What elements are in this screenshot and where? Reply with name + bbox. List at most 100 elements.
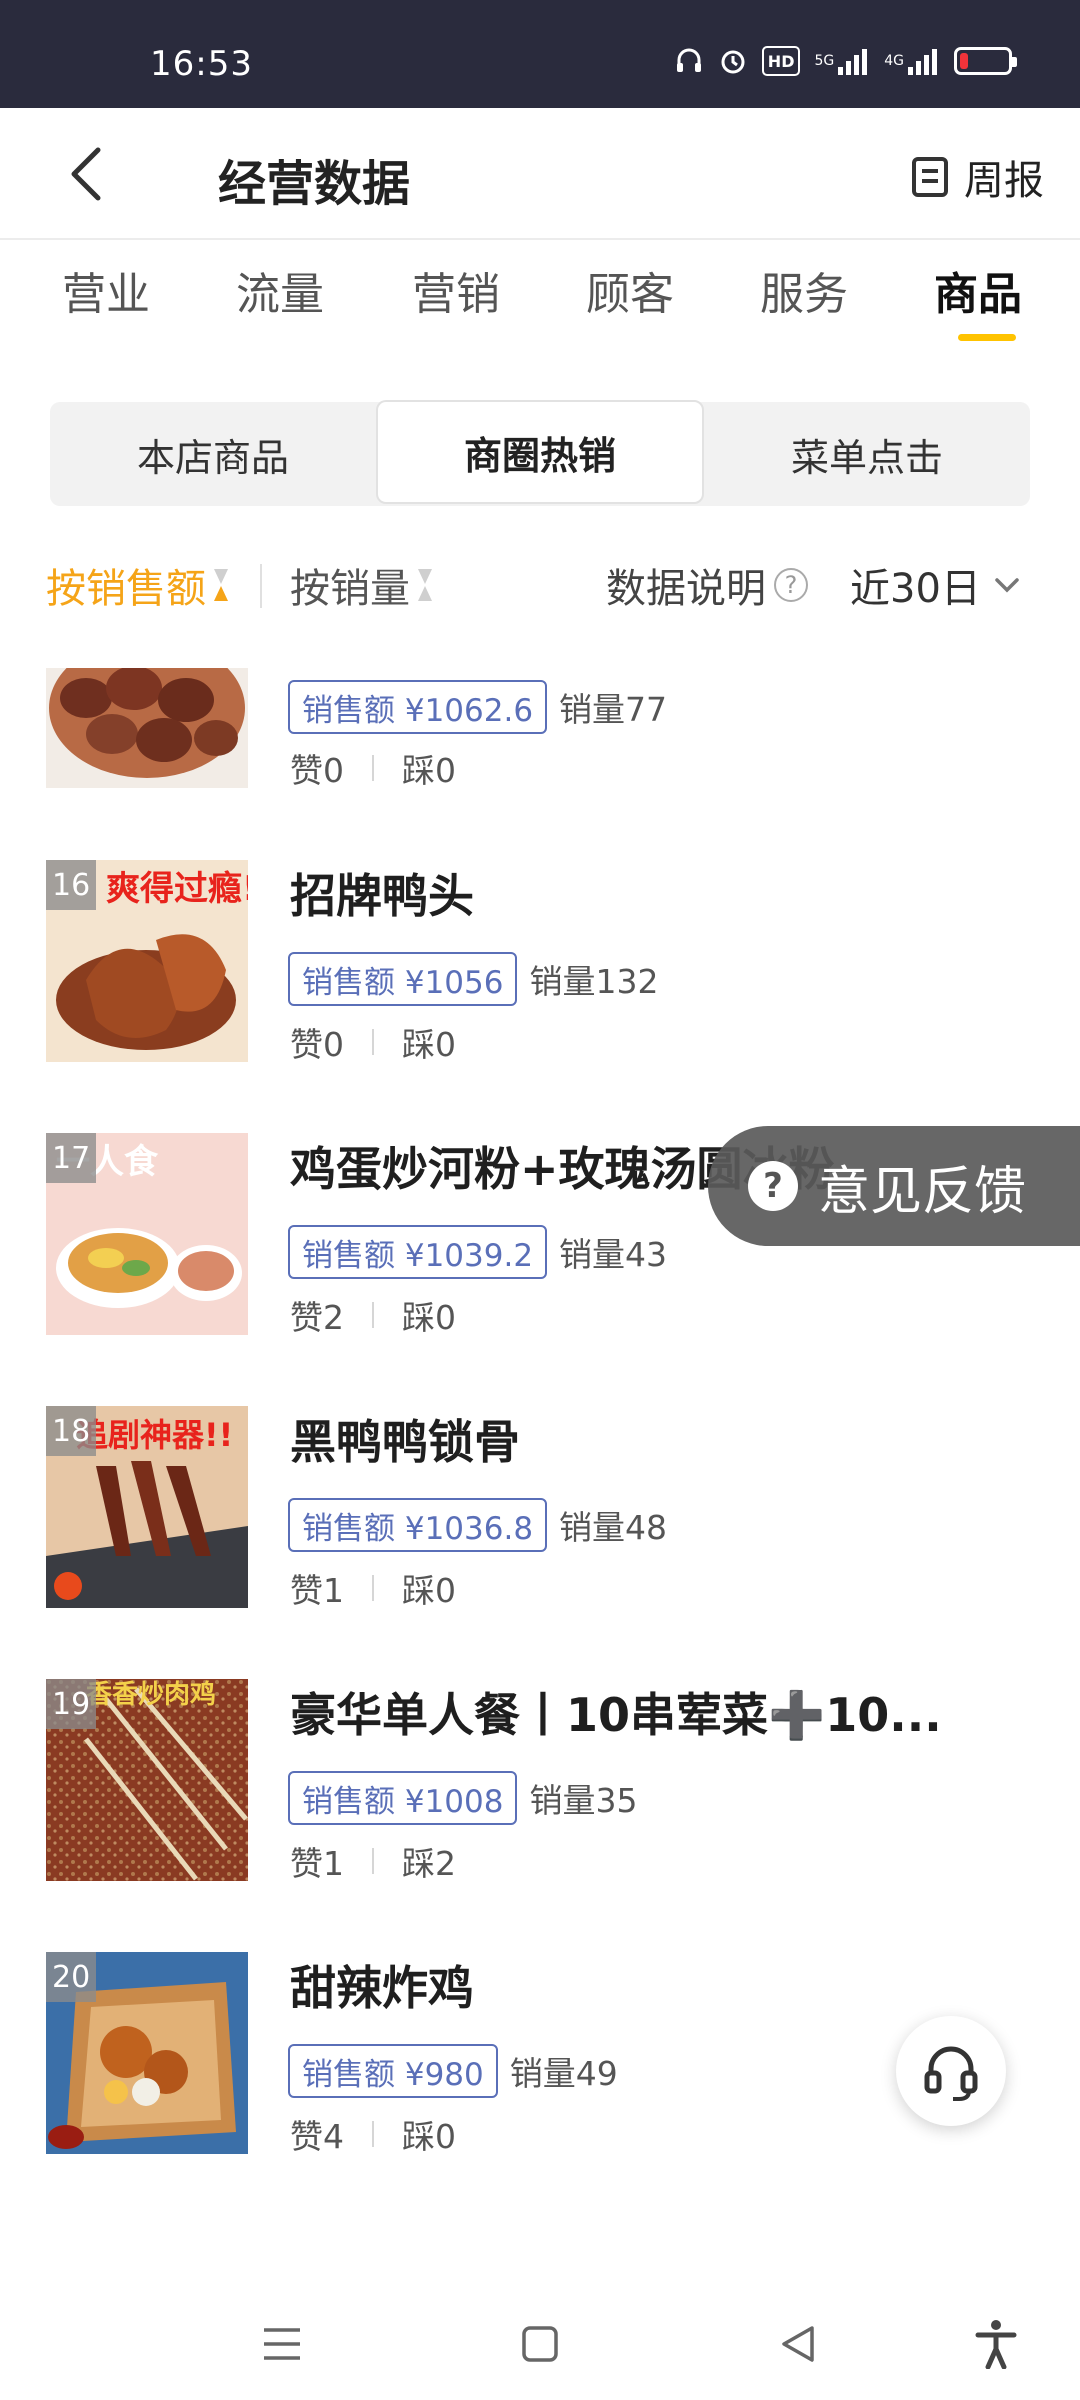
date-range-label: 近30日 xyxy=(850,566,981,612)
product-thumbnail: 爽得过瘾!! 16 xyxy=(46,860,248,1062)
net-4g-label: 4G xyxy=(884,53,904,69)
product-metrics: 销售额 ¥1056 销量132 xyxy=(288,952,658,1006)
app-header: 经营数据 周报 xyxy=(0,108,1080,240)
likes-divider xyxy=(372,1029,374,1055)
sales-volume: 销量77 xyxy=(559,690,668,729)
home-button[interactable] xyxy=(510,2314,570,2374)
sales-amount-badge: 销售额 ¥1036.8 xyxy=(288,1498,548,1552)
dislikes-count: 踩0 xyxy=(402,1025,456,1064)
tab-products[interactable]: 商品 xyxy=(934,258,1022,322)
status-bar: 16:53 HD 5G 4G xyxy=(0,0,1080,108)
tab-traffic[interactable]: 流量 xyxy=(236,258,324,322)
dislikes-count: 踩0 xyxy=(402,1571,456,1610)
tab-customers[interactable]: 顾客 xyxy=(586,258,674,322)
rank-badge: 18 xyxy=(46,1406,97,1456)
sort-bar: 按销售额 按销量 数据说明 ? 近30日 xyxy=(0,548,1080,620)
weekly-label: 周报 xyxy=(964,158,1044,204)
product-name: 甜辣炸鸡 xyxy=(290,1961,474,2015)
thumb-caption: 香香炒肉鸡 xyxy=(86,1679,216,1710)
thumb-caption: 爽得过瘾!! xyxy=(106,869,248,909)
likes-row: 赞4 踩0 xyxy=(290,2110,456,2158)
rank-badge: 19 xyxy=(46,1679,97,1729)
likes-row: 赞2 踩0 xyxy=(290,1291,456,1339)
accessibility-button[interactable] xyxy=(966,2314,1026,2374)
chevron-left-icon xyxy=(71,147,101,201)
sales-amount-badge: 销售额 ¥1008 xyxy=(288,1771,518,1825)
segment-menu-clicks[interactable]: 菜单点击 xyxy=(704,402,1030,506)
hd-icon: HD xyxy=(761,46,801,76)
battery-level xyxy=(960,53,968,69)
accessibility-icon xyxy=(975,2320,1017,2369)
product-metrics: 销售额 ¥1036.8 销量48 xyxy=(288,1498,667,1552)
headphone-icon xyxy=(674,46,704,76)
sales-volume: 销量43 xyxy=(559,1235,668,1274)
data-description-button[interactable]: 数据说明 ? xyxy=(606,556,808,614)
help-icon: ? xyxy=(774,568,808,602)
chevron-down-icon xyxy=(995,578,1019,593)
product-item[interactable]: 爽得过瘾!! 16 招牌鸭头 销售额 ¥1056 销量132 赞0 踩0 xyxy=(0,860,1080,1070)
product-name: 黑鸭鸭锁骨 xyxy=(290,1415,520,1469)
product-item[interactable]: 销售额 ¥1062.6 销量77 赞0 踩0 xyxy=(0,668,1080,790)
product-metrics: 销售额 ¥980 销量49 xyxy=(288,2044,618,2098)
feedback-button[interactable]: ? 意见反馈 xyxy=(708,1126,1080,1246)
feedback-label: 意见反馈 xyxy=(818,1161,1027,1222)
product-metrics: 销售额 ¥1039.2 销量43 xyxy=(288,1225,667,1279)
product-name: 招牌鸭头 xyxy=(290,869,474,923)
tab-service[interactable]: 服务 xyxy=(760,258,848,322)
sort-by-volume-label: 按销量 xyxy=(290,566,410,612)
signal-5g-icon: 5G xyxy=(814,46,870,76)
sales-volume: 销量35 xyxy=(529,1781,638,1820)
back-button[interactable] xyxy=(60,144,120,204)
likes-divider xyxy=(372,1302,374,1328)
rank-badge: 17 xyxy=(46,1133,97,1183)
sales-volume: 销量49 xyxy=(509,2054,618,2093)
segment-control: 本店商品 商圈热销 菜单点击 xyxy=(50,400,1030,506)
likes-row: 赞0 踩0 xyxy=(290,1018,456,1066)
tab-marketing[interactable]: 营销 xyxy=(412,258,500,322)
rank-badge: 16 xyxy=(46,860,97,910)
likes-divider xyxy=(372,1848,374,1874)
battery-icon xyxy=(954,47,1017,75)
customer-support-button[interactable] xyxy=(896,2016,1006,2126)
active-tab-indicator xyxy=(958,334,1016,341)
dislikes-count: 踩0 xyxy=(402,751,456,790)
sort-by-sales-amount[interactable]: 按销售额 xyxy=(46,556,230,614)
product-item[interactable]: 追剧神器!! 18 黑鸭鸭锁骨 销售额 ¥1036.8 销量48 赞1 踩0 xyxy=(0,1406,1080,1616)
dislikes-count: 踩2 xyxy=(402,1844,456,1883)
product-thumbnail: 一人食 17 xyxy=(46,1133,248,1335)
product-item[interactable]: 香香炒肉鸡 19 豪华单人餐丨10串荤菜➕10... 销售额 ¥1008 销量3… xyxy=(0,1679,1080,1889)
segment-own-products[interactable]: 本店商品 xyxy=(50,402,376,506)
likes-count: 赞4 xyxy=(290,2117,344,2156)
menu-icon xyxy=(264,2328,300,2360)
product-thumbnail: 20 xyxy=(46,1952,248,2154)
product-metrics: 销售额 ¥1008 销量35 xyxy=(288,1771,637,1825)
sales-volume: 销量132 xyxy=(529,962,659,1001)
alarm-icon xyxy=(718,46,748,76)
likes-row: 赞1 踩0 xyxy=(290,1564,456,1612)
status-time: 16:53 xyxy=(150,44,253,84)
sales-amount-badge: 销售额 ¥980 xyxy=(288,2044,498,2098)
likes-count: 赞1 xyxy=(290,1844,344,1883)
sort-by-volume[interactable]: 按销量 xyxy=(290,556,434,614)
product-metrics: 销售额 ¥1062.6 销量77 xyxy=(288,680,667,734)
home-square-icon xyxy=(522,2326,558,2362)
likes-divider xyxy=(372,755,374,781)
headset-icon xyxy=(924,2046,978,2101)
segment-area-hot[interactable]: 商圈热销 xyxy=(376,400,704,504)
category-tabs: 营业 流量 营销 顾客 服务 商品 xyxy=(0,250,1080,346)
back-nav-button[interactable] xyxy=(768,2314,828,2374)
menu-button[interactable] xyxy=(252,2314,312,2374)
likes-divider xyxy=(372,1575,374,1601)
tab-business[interactable]: 营业 xyxy=(62,258,150,322)
product-thumbnail: 香香炒肉鸡 19 xyxy=(46,1679,248,1881)
system-nav-bar xyxy=(0,2290,1080,2400)
sales-amount-badge: 销售额 ¥1056 xyxy=(288,952,518,1006)
date-range-dropdown[interactable]: 近30日 xyxy=(850,556,1021,614)
likes-divider xyxy=(372,2121,374,2147)
data-description-label: 数据说明 xyxy=(606,566,766,612)
product-thumbnail xyxy=(46,668,248,788)
report-icon xyxy=(912,157,948,197)
weekly-report-button[interactable]: 周报 xyxy=(910,148,1044,206)
likes-count: 赞0 xyxy=(290,1025,344,1064)
sort-hourglass-icon xyxy=(214,569,228,601)
